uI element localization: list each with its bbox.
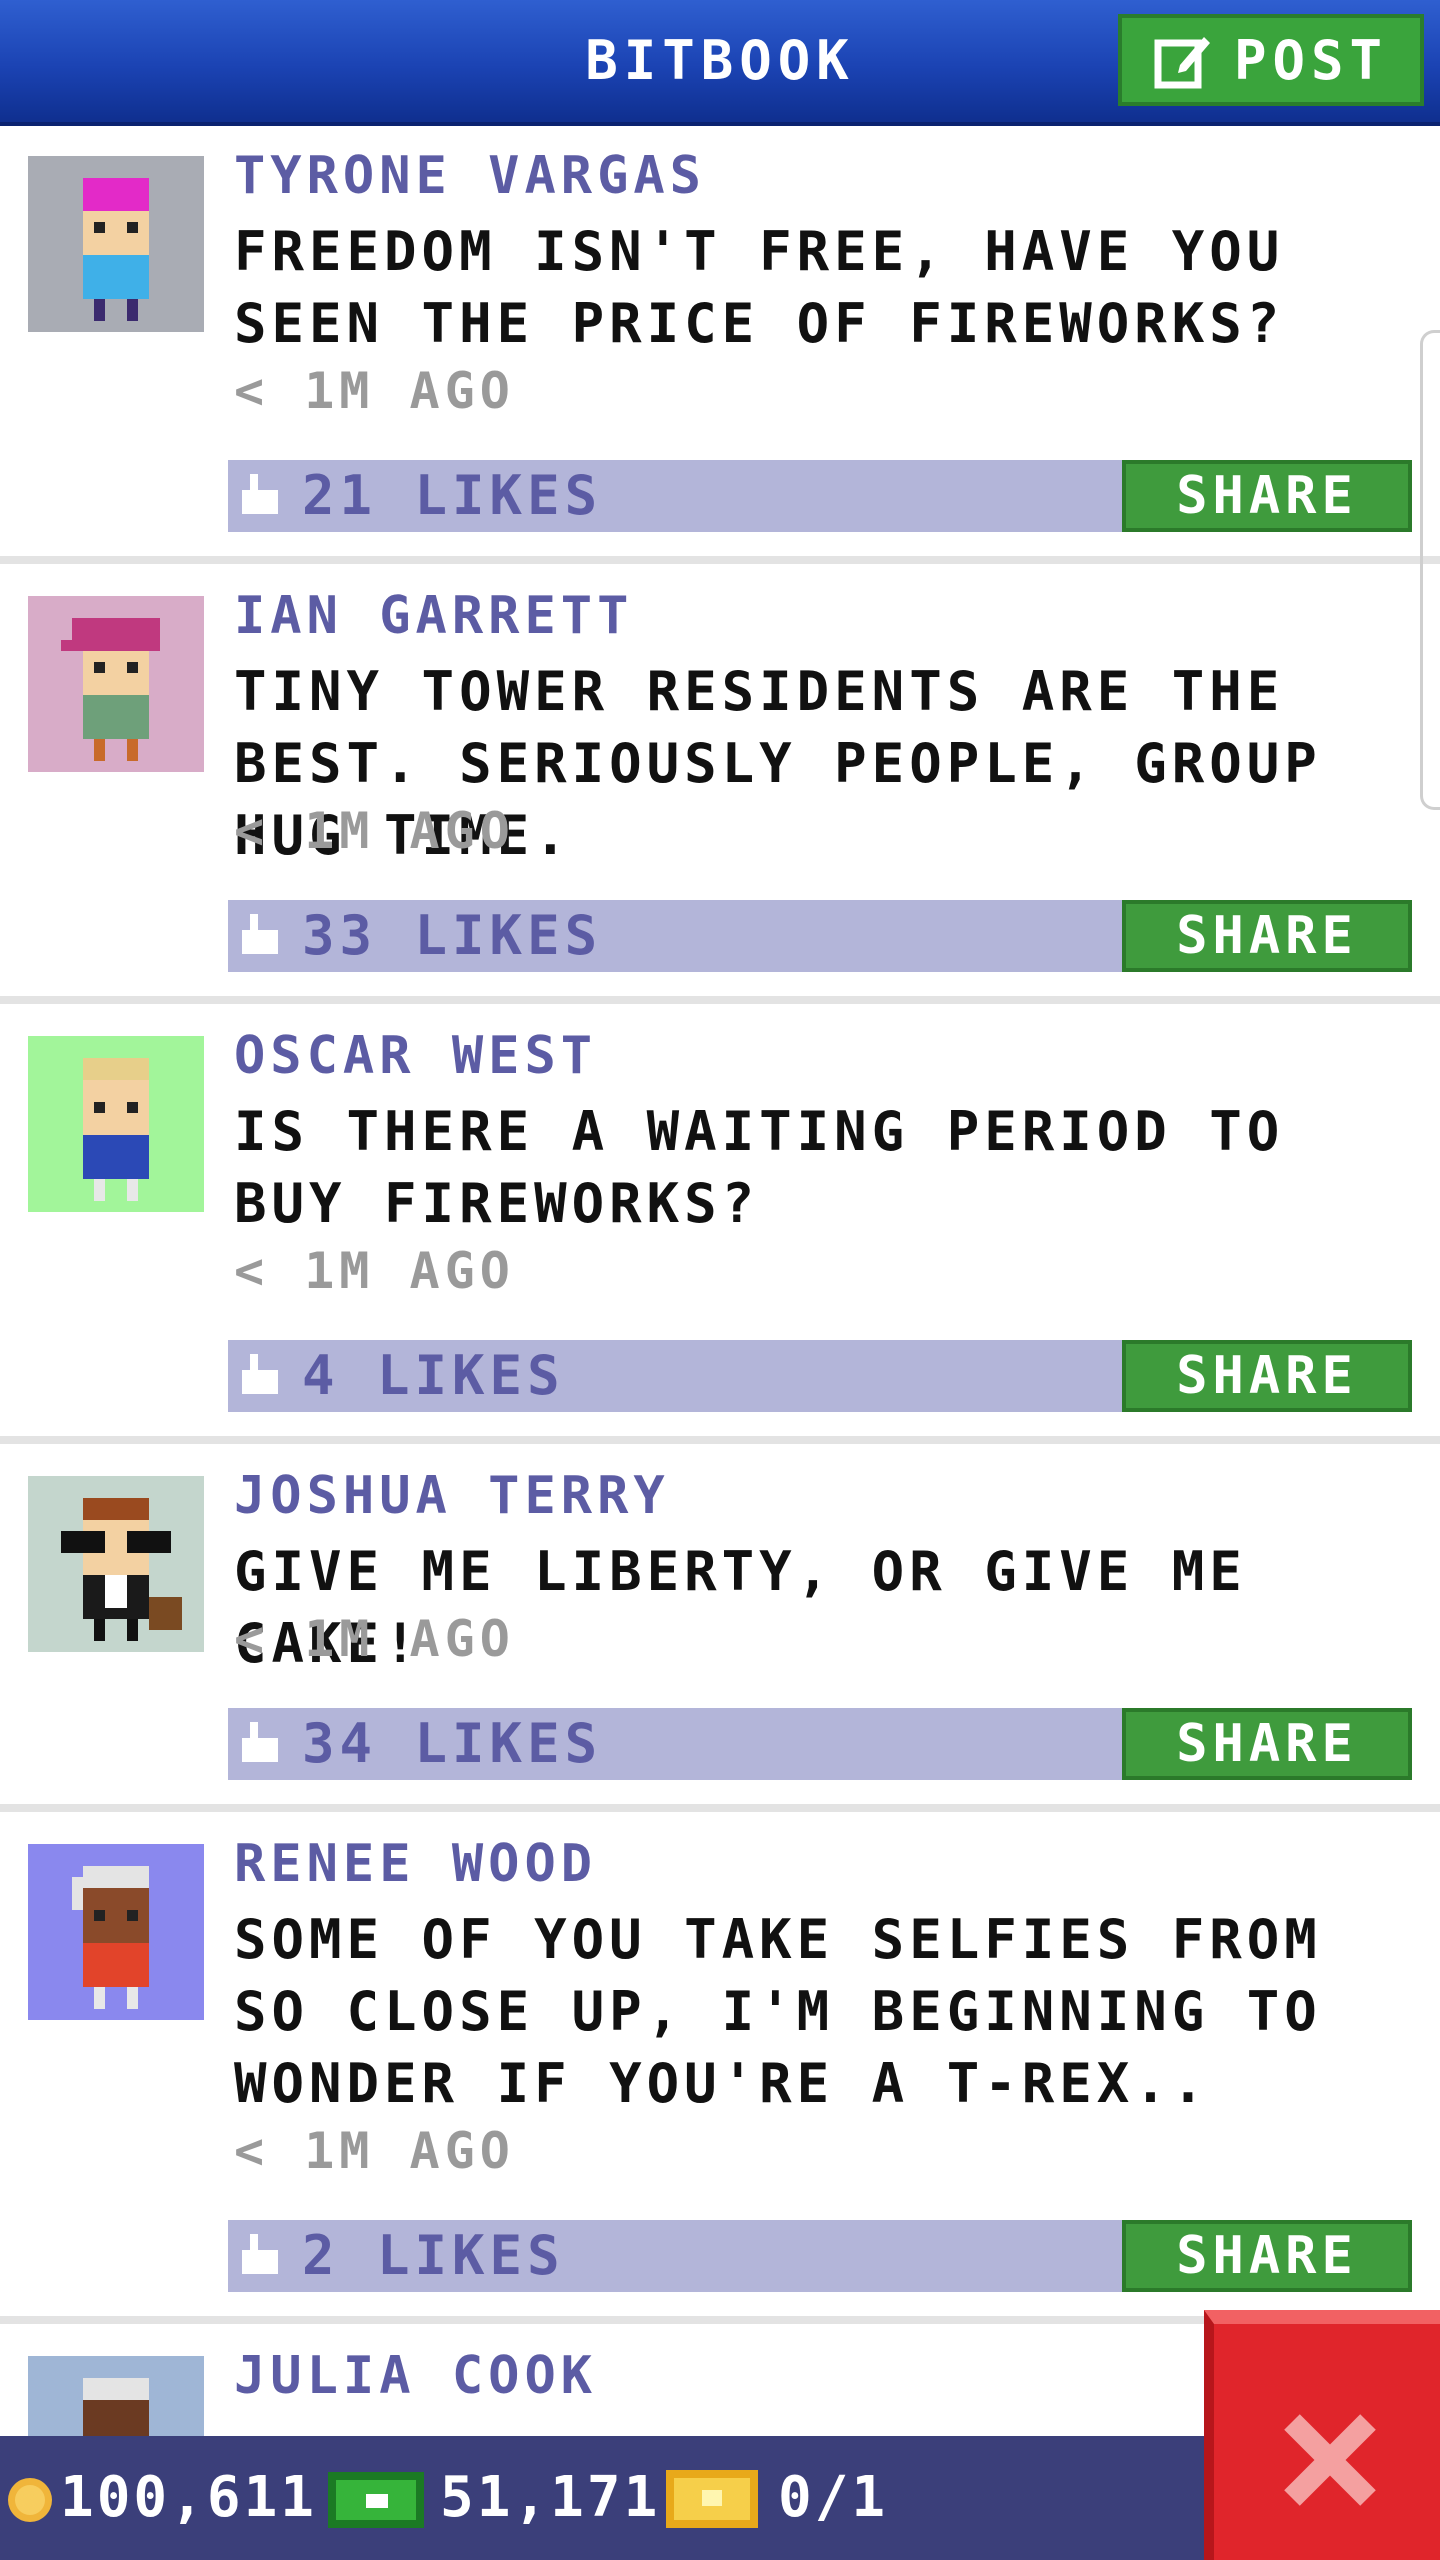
thumbs-up-icon <box>238 1722 282 1766</box>
thumbs-up-icon <box>238 474 282 518</box>
divider <box>0 1436 1440 1444</box>
share-button[interactable]: SHARE <box>1122 900 1412 972</box>
close-icon <box>1280 2410 1380 2510</box>
author-name[interactable]: IAN GARRETT <box>234 586 633 646</box>
like-bar[interactable]: 21 LIKES SHARE <box>228 460 1412 532</box>
post-text: FREEDOM ISN'T FREE, HAVE YOU SEEN THE PR… <box>234 220 1285 355</box>
post-time: < 1M AGO <box>234 802 515 860</box>
like-bar[interactable]: 2 LIKES SHARE <box>228 2220 1412 2292</box>
post-time: < 1M AGO <box>234 1610 515 1668</box>
share-button[interactable]: SHARE <box>1122 1340 1412 1412</box>
like-count: 33 LIKES <box>302 904 603 967</box>
avatar[interactable] <box>28 1844 204 2020</box>
share-button[interactable]: SHARE <box>1122 2220 1412 2292</box>
like-count: 21 LIKES <box>302 464 603 527</box>
bux-count: 51,171 <box>440 2465 661 2530</box>
author-name[interactable]: JULIA COOK <box>234 2346 597 2406</box>
avatar[interactable] <box>28 1036 204 1212</box>
close-button[interactable] <box>1204 2310 1440 2560</box>
like-count: 2 LIKES <box>302 2224 565 2287</box>
author-name[interactable]: RENEE WOOD <box>234 1834 597 1894</box>
divider <box>0 556 1440 564</box>
like-count: 4 LIKES <box>302 1344 565 1407</box>
post-button-label: POST <box>1233 28 1389 92</box>
like-bar[interactable]: 4 LIKES SHARE <box>228 1340 1412 1412</box>
post-text: SOME OF YOU TAKE SELFIES FROM SO CLOSE U… <box>234 1908 1322 2115</box>
author-name[interactable]: OSCAR WEST <box>234 1026 597 1086</box>
avatar[interactable] <box>28 596 204 772</box>
ticket-icon <box>666 2470 758 2528</box>
divider <box>0 996 1440 1004</box>
avatar[interactable] <box>28 1476 204 1652</box>
author-name[interactable]: JOSHUA TERRY <box>234 1466 670 1526</box>
coin-icon <box>6 2476 54 2524</box>
scrollbar[interactable] <box>1420 330 1440 810</box>
ticket-count: 0/1 <box>778 2465 889 2530</box>
bux-icon <box>328 2466 430 2532</box>
like-count: 34 LIKES <box>302 1712 603 1775</box>
thumbs-up-icon <box>238 1354 282 1398</box>
author-name[interactable]: TYRONE VARGAS <box>234 146 706 206</box>
thumbs-up-icon <box>238 914 282 958</box>
post-text: IS THERE A WAITING PERIOD TO BUY FIREWOR… <box>234 1100 1285 1235</box>
like-bar[interactable]: 33 LIKES SHARE <box>228 900 1412 972</box>
like-bar[interactable]: 34 LIKES SHARE <box>228 1708 1412 1780</box>
post-time: < 1M AGO <box>234 2122 515 2180</box>
app-header: BITBOOK POST <box>0 0 1440 126</box>
avatar[interactable] <box>28 156 204 332</box>
coin-count: 100,611 <box>60 2465 318 2530</box>
post-time: < 1M AGO <box>234 1242 515 1300</box>
thumbs-up-icon <box>238 2234 282 2278</box>
post-button[interactable]: POST <box>1118 14 1424 106</box>
divider <box>0 1804 1440 1812</box>
share-button[interactable]: SHARE <box>1122 460 1412 532</box>
post-time: < 1M AGO <box>234 362 515 420</box>
compose-icon <box>1154 31 1212 89</box>
share-button[interactable]: SHARE <box>1122 1708 1412 1780</box>
